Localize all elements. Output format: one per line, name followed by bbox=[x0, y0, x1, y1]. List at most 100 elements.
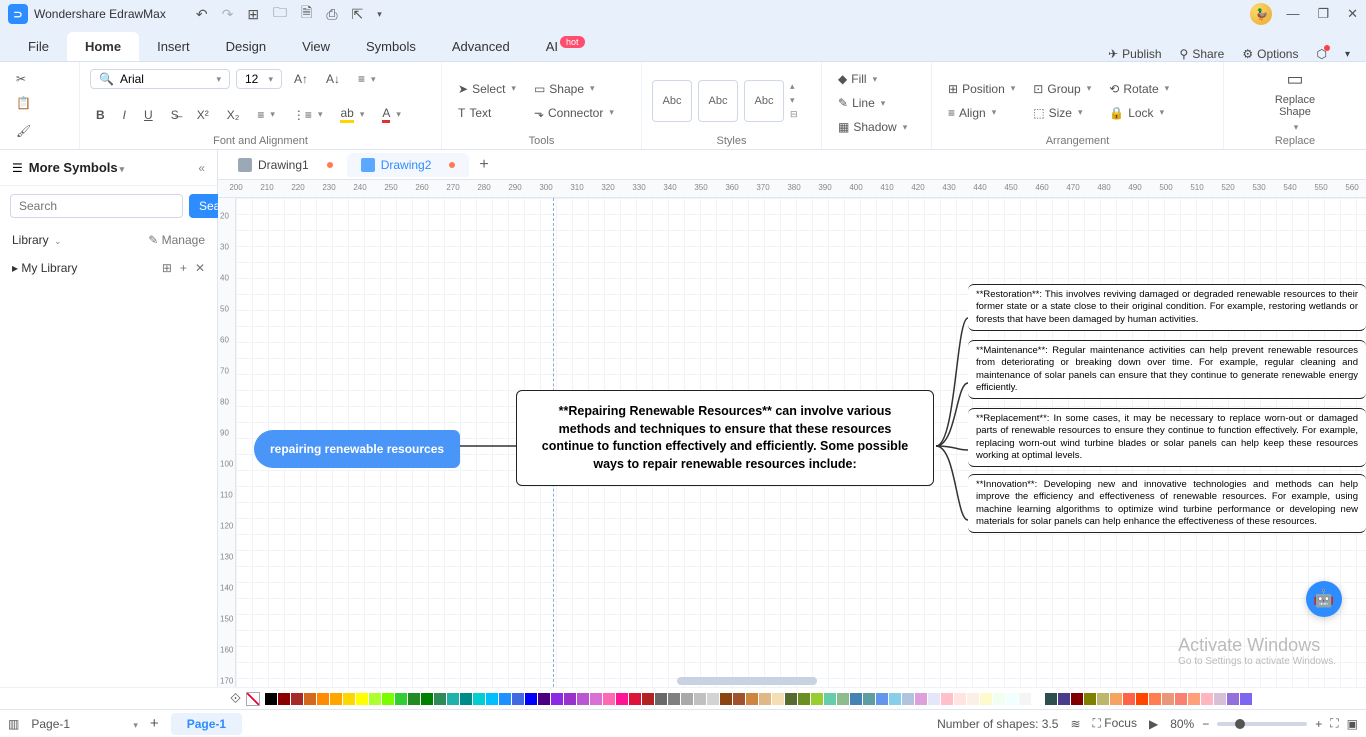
copy-format-icon[interactable]: 🖌 bbox=[10, 120, 37, 142]
italic-icon[interactable]: I bbox=[117, 104, 132, 126]
color-swatch[interactable] bbox=[1006, 693, 1018, 705]
replace-shape-button[interactable]: ▭ Replace Shape ▾ bbox=[1265, 71, 1325, 131]
style-preset-2[interactable]: Abc bbox=[698, 80, 738, 122]
align-button[interactable]: ≡ Align▾ bbox=[942, 102, 1021, 124]
connector-tool[interactable]: ⬎ Connector▾ bbox=[528, 102, 620, 124]
tab-advanced[interactable]: Advanced bbox=[434, 32, 528, 61]
bullets-icon[interactable]: ⋮≡▾ bbox=[287, 104, 329, 126]
color-swatch[interactable] bbox=[1019, 693, 1031, 705]
no-fill-swatch[interactable] bbox=[246, 692, 260, 706]
color-swatch[interactable] bbox=[525, 693, 537, 705]
mindmap-leaf-replacement[interactable]: **Replacement**: In some cases, it may b… bbox=[968, 408, 1366, 467]
presentation-icon[interactable]: ▶ bbox=[1149, 717, 1158, 731]
color-swatch[interactable] bbox=[707, 693, 719, 705]
page-selector[interactable]: Page-1 ▾ bbox=[31, 717, 138, 731]
eyedropper-icon[interactable]: ⟐ bbox=[230, 690, 241, 707]
color-swatch[interactable] bbox=[1188, 693, 1200, 705]
color-swatch[interactable] bbox=[499, 693, 511, 705]
my-library-item[interactable]: ▸ My Library bbox=[12, 261, 77, 275]
new-icon[interactable]: ⊞ bbox=[247, 6, 259, 23]
page-tab[interactable]: Page-1 bbox=[171, 713, 242, 735]
color-swatch[interactable] bbox=[954, 693, 966, 705]
color-swatch[interactable] bbox=[577, 693, 589, 705]
decrease-font-icon[interactable]: A↓ bbox=[320, 68, 346, 90]
style-scroll-up-icon[interactable]: ▴ bbox=[790, 81, 798, 92]
add-document-button[interactable]: + bbox=[469, 152, 498, 178]
tab-view[interactable]: View bbox=[284, 32, 348, 61]
style-expand-icon[interactable]: ⊟ bbox=[790, 109, 798, 120]
color-swatch[interactable] bbox=[304, 693, 316, 705]
color-swatch[interactable] bbox=[1084, 693, 1096, 705]
color-swatch[interactable] bbox=[1162, 693, 1174, 705]
group-button[interactable]: ⊡ Group▾ bbox=[1027, 78, 1097, 100]
paste-icon[interactable]: 📋 bbox=[10, 92, 37, 114]
tab-file[interactable]: File bbox=[10, 32, 67, 61]
color-swatch[interactable] bbox=[382, 693, 394, 705]
lock-button[interactable]: 🔒 Lock▾ bbox=[1103, 102, 1175, 124]
color-swatch[interactable] bbox=[616, 693, 628, 705]
publish-button[interactable]: ✈ Publish bbox=[1108, 47, 1161, 61]
maximize-icon[interactable]: ❐ bbox=[1317, 6, 1329, 22]
color-swatch[interactable] bbox=[902, 693, 914, 705]
color-swatch[interactable] bbox=[941, 693, 953, 705]
color-swatch[interactable] bbox=[421, 693, 433, 705]
export-icon[interactable]: ⇱ bbox=[352, 6, 364, 23]
symbol-search-input[interactable] bbox=[10, 194, 183, 218]
strike-icon[interactable]: S̶ bbox=[165, 104, 185, 126]
color-swatch[interactable] bbox=[1123, 693, 1135, 705]
color-swatch[interactable] bbox=[1110, 693, 1122, 705]
save-icon[interactable]: 🗎 bbox=[301, 2, 312, 26]
color-swatch[interactable] bbox=[967, 693, 979, 705]
color-swatch[interactable] bbox=[265, 693, 277, 705]
options-button[interactable]: ⚙ Options bbox=[1242, 47, 1298, 61]
rotate-button[interactable]: ⟲ Rotate▾ bbox=[1103, 78, 1175, 100]
text-tool[interactable]: T Text bbox=[452, 102, 522, 124]
color-swatch[interactable] bbox=[1045, 693, 1057, 705]
color-swatch[interactable] bbox=[317, 693, 329, 705]
color-swatch[interactable] bbox=[1149, 693, 1161, 705]
collapse-panel-icon[interactable]: « bbox=[198, 161, 205, 175]
color-swatch[interactable] bbox=[1136, 693, 1148, 705]
color-swatch[interactable] bbox=[434, 693, 446, 705]
font-color-icon[interactable]: A▾ bbox=[376, 102, 407, 127]
color-swatch[interactable] bbox=[538, 693, 550, 705]
color-swatch[interactable] bbox=[1175, 693, 1187, 705]
library-grid-icon[interactable]: ⊞ bbox=[162, 261, 172, 275]
tab-insert[interactable]: Insert bbox=[139, 32, 208, 61]
fullscreen-icon[interactable]: ▣ bbox=[1347, 717, 1358, 731]
color-swatch[interactable] bbox=[291, 693, 303, 705]
color-swatch[interactable] bbox=[772, 693, 784, 705]
color-swatch[interactable] bbox=[876, 693, 888, 705]
align-options-icon[interactable]: ≡▾ bbox=[352, 68, 382, 90]
color-swatch[interactable] bbox=[850, 693, 862, 705]
color-swatch[interactable] bbox=[603, 693, 615, 705]
color-swatch[interactable] bbox=[928, 693, 940, 705]
minimize-icon[interactable]: — bbox=[1286, 6, 1299, 22]
color-swatch[interactable] bbox=[1214, 693, 1226, 705]
mindmap-leaf-innovation[interactable]: **Innovation**: Developing new and innov… bbox=[968, 474, 1366, 533]
undo-icon[interactable]: ↶ bbox=[196, 6, 208, 23]
color-swatch[interactable] bbox=[759, 693, 771, 705]
color-swatch[interactable] bbox=[1032, 693, 1044, 705]
color-swatch[interactable] bbox=[746, 693, 758, 705]
page-layout-icon[interactable]: ▥ bbox=[8, 717, 19, 731]
color-swatch[interactable] bbox=[1058, 693, 1070, 705]
color-swatch[interactable] bbox=[343, 693, 355, 705]
color-swatch[interactable] bbox=[798, 693, 810, 705]
color-swatch[interactable] bbox=[1071, 693, 1083, 705]
color-swatch[interactable] bbox=[473, 693, 485, 705]
panel-menu-icon[interactable]: ☰ bbox=[12, 161, 23, 175]
color-swatch[interactable] bbox=[1227, 693, 1239, 705]
color-swatch[interactable] bbox=[785, 693, 797, 705]
menu-more-icon[interactable]: ▾ bbox=[1345, 49, 1350, 60]
add-page-button[interactable]: + bbox=[150, 715, 159, 732]
highlight-icon[interactable]: ab▾ bbox=[334, 102, 370, 127]
font-family-select[interactable]: 🔍 Arial▾ bbox=[90, 69, 230, 89]
color-swatch[interactable] bbox=[720, 693, 732, 705]
color-swatch[interactable] bbox=[447, 693, 459, 705]
color-swatch[interactable] bbox=[993, 693, 1005, 705]
color-swatch[interactable] bbox=[330, 693, 342, 705]
color-swatch[interactable] bbox=[1097, 693, 1109, 705]
color-swatch[interactable] bbox=[564, 693, 576, 705]
shadow-button[interactable]: ▦ Shadow▾ bbox=[832, 116, 913, 138]
